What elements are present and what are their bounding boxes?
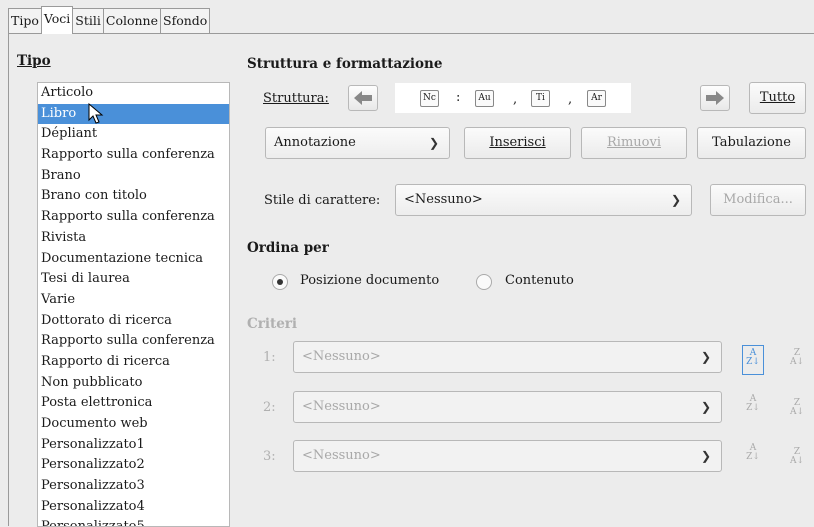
field-combo[interactable]: Annotazione ❯ (265, 127, 450, 159)
chevron-down-icon: ❯ (428, 136, 439, 150)
list-item[interactable]: Personalizzato1 (38, 435, 229, 456)
char-style-combo[interactable]: <Nessuno> ❯ (395, 184, 692, 216)
list-item[interactable]: Rapporto di ricerca (38, 352, 229, 373)
criteria-combo[interactable]: <Nessuno> ❯ (293, 440, 722, 472)
move-right-button[interactable] (700, 85, 730, 111)
list-item[interactable]: Documento web (38, 414, 229, 435)
token-ti[interactable]: Ti (531, 90, 550, 107)
criteria-heading: Criteri (247, 316, 298, 332)
arrow-right-icon (706, 91, 724, 105)
list-item[interactable]: Dottorato di ricerca (38, 311, 229, 332)
mouse-cursor-icon (88, 103, 104, 124)
remove-button[interactable]: Rimuovi (581, 127, 687, 159)
chevron-down-icon: ❯ (700, 350, 711, 364)
sort-descending-icon[interactable]: Z A↓ (786, 399, 808, 417)
separator: , (568, 92, 573, 107)
token-nc[interactable]: Nc (420, 90, 439, 107)
list-item[interactable]: Dépliant (38, 124, 229, 145)
criteria-number: 3: (263, 449, 276, 464)
tab-tipo[interactable]: Tipo (8, 8, 42, 34)
tab-bar: Tipo Voci Stili Colonne Sfondo (8, 6, 211, 34)
type-list[interactable]: Articolo Libro Dépliant Rapporto sulla conf… (37, 82, 230, 527)
criteria-number: 1: (263, 350, 276, 365)
radio-dot (277, 279, 283, 285)
sort-ascending-icon[interactable]: A Z↓ (742, 444, 764, 462)
structure-label: Struttura: (263, 91, 329, 106)
criteria-value: <Nessuno> (302, 349, 381, 364)
criteria-combo[interactable]: <Nessuno> ❯ (293, 341, 722, 373)
insert-button[interactable]: Inserisci (464, 127, 571, 159)
field-combo-value: Annotazione (274, 135, 356, 150)
sort-ascending-icon[interactable]: A Z↓ (742, 395, 764, 413)
list-item[interactable]: Rapporto sulla conferenza (38, 145, 229, 166)
list-item[interactable]: Rapporto sulla conferenza (38, 207, 229, 228)
arrow-left-icon (354, 91, 372, 105)
list-item[interactable]: Personalizzato3 (38, 476, 229, 497)
edit-button[interactable]: Modifica... (710, 184, 806, 216)
list-item[interactable]: Personalizzato5 (38, 517, 229, 526)
tab-colonne[interactable]: Colonne (102, 8, 161, 34)
list-item[interactable]: Rivista (38, 228, 229, 249)
radio-content[interactable] (476, 274, 492, 290)
sort-descending-icon[interactable]: Z A↓ (786, 448, 808, 466)
char-style-value: <Nessuno> (404, 192, 483, 207)
sort-heading: Ordina per (247, 240, 329, 256)
criteria-value: <Nessuno> (302, 399, 381, 414)
list-item[interactable]: Brano con titolo (38, 186, 229, 207)
chevron-down-icon: ❯ (670, 193, 681, 207)
tab-stili[interactable]: Stili (72, 8, 104, 34)
char-style-label: Stile di carattere: (264, 193, 381, 208)
list-item[interactable]: Brano (38, 166, 229, 187)
list-item[interactable]: Personalizzato2 (38, 455, 229, 476)
tab-stop-button[interactable]: Tabulazione (697, 127, 806, 159)
chevron-down-icon: ❯ (700, 400, 711, 414)
list-item[interactable]: Posta elettronica (38, 393, 229, 414)
tab-voci[interactable]: Voci (40, 6, 74, 34)
separator: , (513, 92, 518, 107)
token-ar[interactable]: Ar (587, 90, 606, 107)
chevron-down-icon: ❯ (700, 449, 711, 463)
list-item[interactable]: Documentazione tecnica (38, 249, 229, 270)
criteria-value: <Nessuno> (302, 448, 381, 463)
tab-sfondo[interactable]: Sfondo (160, 8, 211, 34)
move-left-button[interactable] (348, 85, 378, 111)
list-item[interactable]: Tesi di laurea (38, 269, 229, 290)
criteria-number: 2: (263, 400, 276, 415)
separator: : (456, 90, 461, 105)
list-item[interactable]: Rapporto sulla conferenza (38, 331, 229, 352)
list-item[interactable]: Articolo (38, 83, 229, 104)
all-button[interactable]: Tutto (749, 82, 806, 114)
criteria-combo[interactable]: <Nessuno> ❯ (293, 391, 722, 423)
list-item[interactable]: Non pubblicato (38, 373, 229, 394)
radio-position-label[interactable]: Posizione documento (300, 273, 439, 288)
sort-descending-icon[interactable]: Z A↓ (786, 349, 808, 367)
structure-heading: Struttura e formattazione (247, 56, 443, 72)
token-au[interactable]: Au (475, 90, 494, 107)
radio-content-label[interactable]: Contenuto (505, 273, 574, 288)
sort-ascending-icon[interactable]: A Z↓ (742, 345, 764, 375)
list-item[interactable]: Personalizzato4 (38, 497, 229, 518)
list-item[interactable]: Libro (38, 103, 229, 125)
type-heading: Tipo (17, 53, 51, 69)
list-item[interactable]: Varie (38, 290, 229, 311)
radio-position[interactable] (272, 274, 288, 290)
